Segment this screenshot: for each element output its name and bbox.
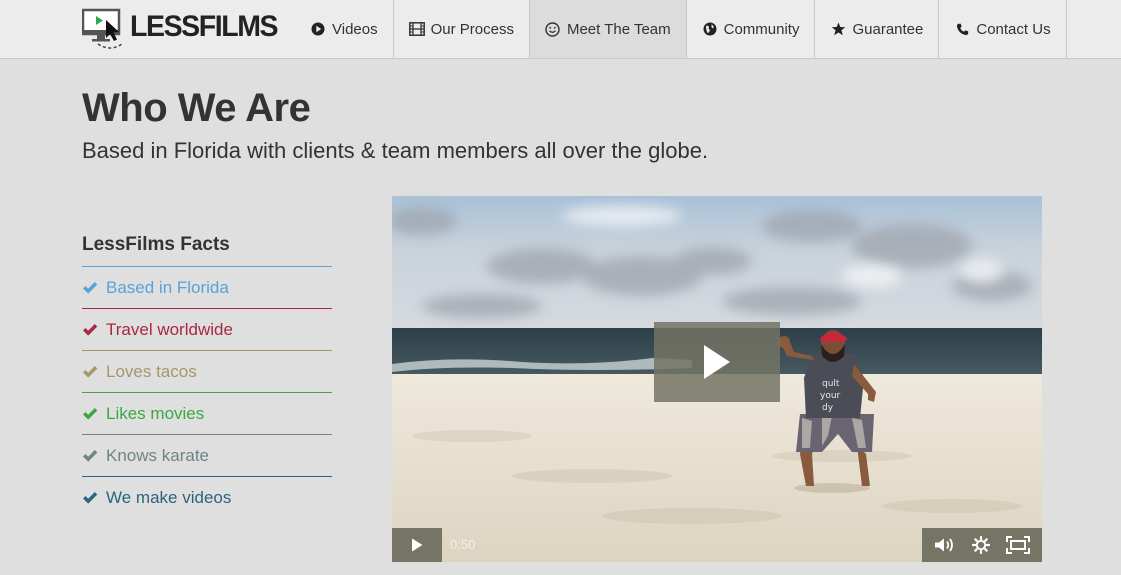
- video-controls: 0:50: [392, 528, 1042, 562]
- nav-item-meet-the-team[interactable]: Meet The Team: [529, 0, 687, 58]
- fact-item: We make videos: [82, 477, 332, 519]
- video-time: 0:50: [450, 537, 476, 552]
- film-icon: [408, 21, 425, 37]
- smile-icon: [545, 21, 561, 37]
- fact-label: Based in Florida: [106, 277, 229, 297]
- nav-item-label: Videos: [332, 20, 378, 38]
- play-icon: [412, 538, 423, 552]
- check-icon: [82, 407, 98, 421]
- svg-text:qult: qult: [822, 379, 840, 389]
- settings-button[interactable]: [972, 536, 990, 554]
- nav-item-label: Guarantee: [852, 20, 924, 38]
- facts-list: LessFilms Facts Based in Florida Travel …: [82, 234, 332, 519]
- check-icon: [82, 449, 98, 463]
- phone-icon: [954, 21, 970, 37]
- nav-item-label: Our Process: [430, 20, 514, 38]
- check-icon: [82, 365, 98, 379]
- volume-button[interactable]: [934, 537, 956, 553]
- check-icon: [82, 323, 98, 337]
- play-icon: [704, 345, 730, 379]
- fullscreen-button[interactable]: [1006, 536, 1030, 554]
- star-icon: [830, 21, 846, 37]
- fact-item: Knows karate: [82, 435, 332, 477]
- play-button[interactable]: [392, 528, 442, 562]
- fact-item: Travel worldwide: [82, 309, 332, 351]
- nav-item-label: Community: [723, 20, 800, 38]
- fact-label: We make videos: [106, 488, 232, 507]
- monitor-cursor-icon: [82, 8, 123, 49]
- nav-item-guarantee[interactable]: Guarantee: [815, 0, 940, 58]
- page-subtitle: Based in Florida with clients & team mem…: [82, 138, 709, 163]
- page-title: Who We Are: [82, 86, 311, 130]
- fact-item: Likes movies: [82, 393, 332, 435]
- nav-item-label: Contact Us: [976, 20, 1051, 38]
- video-control-group: [922, 528, 1042, 562]
- check-icon: [82, 281, 98, 295]
- nav-item-community[interactable]: Community: [687, 0, 816, 58]
- big-play-button[interactable]: [654, 322, 780, 402]
- nav-menu: Videos Our Process Meet The Team Communi…: [295, 0, 1067, 58]
- volume-icon: [935, 538, 953, 552]
- nav-item-label: Meet The Team: [566, 20, 671, 38]
- brand-name: LESSFILMS: [130, 10, 279, 43]
- fact-label: Knows karate: [106, 445, 209, 465]
- fact-label: Likes movies: [106, 403, 205, 423]
- video-player[interactable]: qult your dy 0:50: [392, 196, 1042, 562]
- check-icon: [82, 491, 98, 505]
- fact-item: Loves tacos: [82, 351, 332, 393]
- svg-text:your: your: [820, 391, 841, 401]
- fact-label: Loves tacos: [106, 361, 197, 381]
- facts-heading: LessFilms Facts: [82, 234, 332, 267]
- fact-label: Travel worldwide: [106, 319, 233, 339]
- nav-item-videos[interactable]: Videos: [295, 0, 394, 58]
- svg-text:dy: dy: [822, 403, 834, 413]
- globe-icon: [702, 21, 718, 37]
- fact-item: Based in Florida: [82, 267, 332, 309]
- nav-item-contact-us[interactable]: Contact Us: [939, 0, 1067, 58]
- gear-icon: [972, 536, 990, 554]
- top-navigation: LESSFILMS Videos Our Process Meet The Te…: [0, 0, 1121, 59]
- nav-item-our-process[interactable]: Our Process: [394, 0, 530, 58]
- fullscreen-icon: [1006, 536, 1030, 554]
- play-circle-icon: [310, 21, 326, 37]
- logo[interactable]: LESSFILMS: [82, 8, 285, 52]
